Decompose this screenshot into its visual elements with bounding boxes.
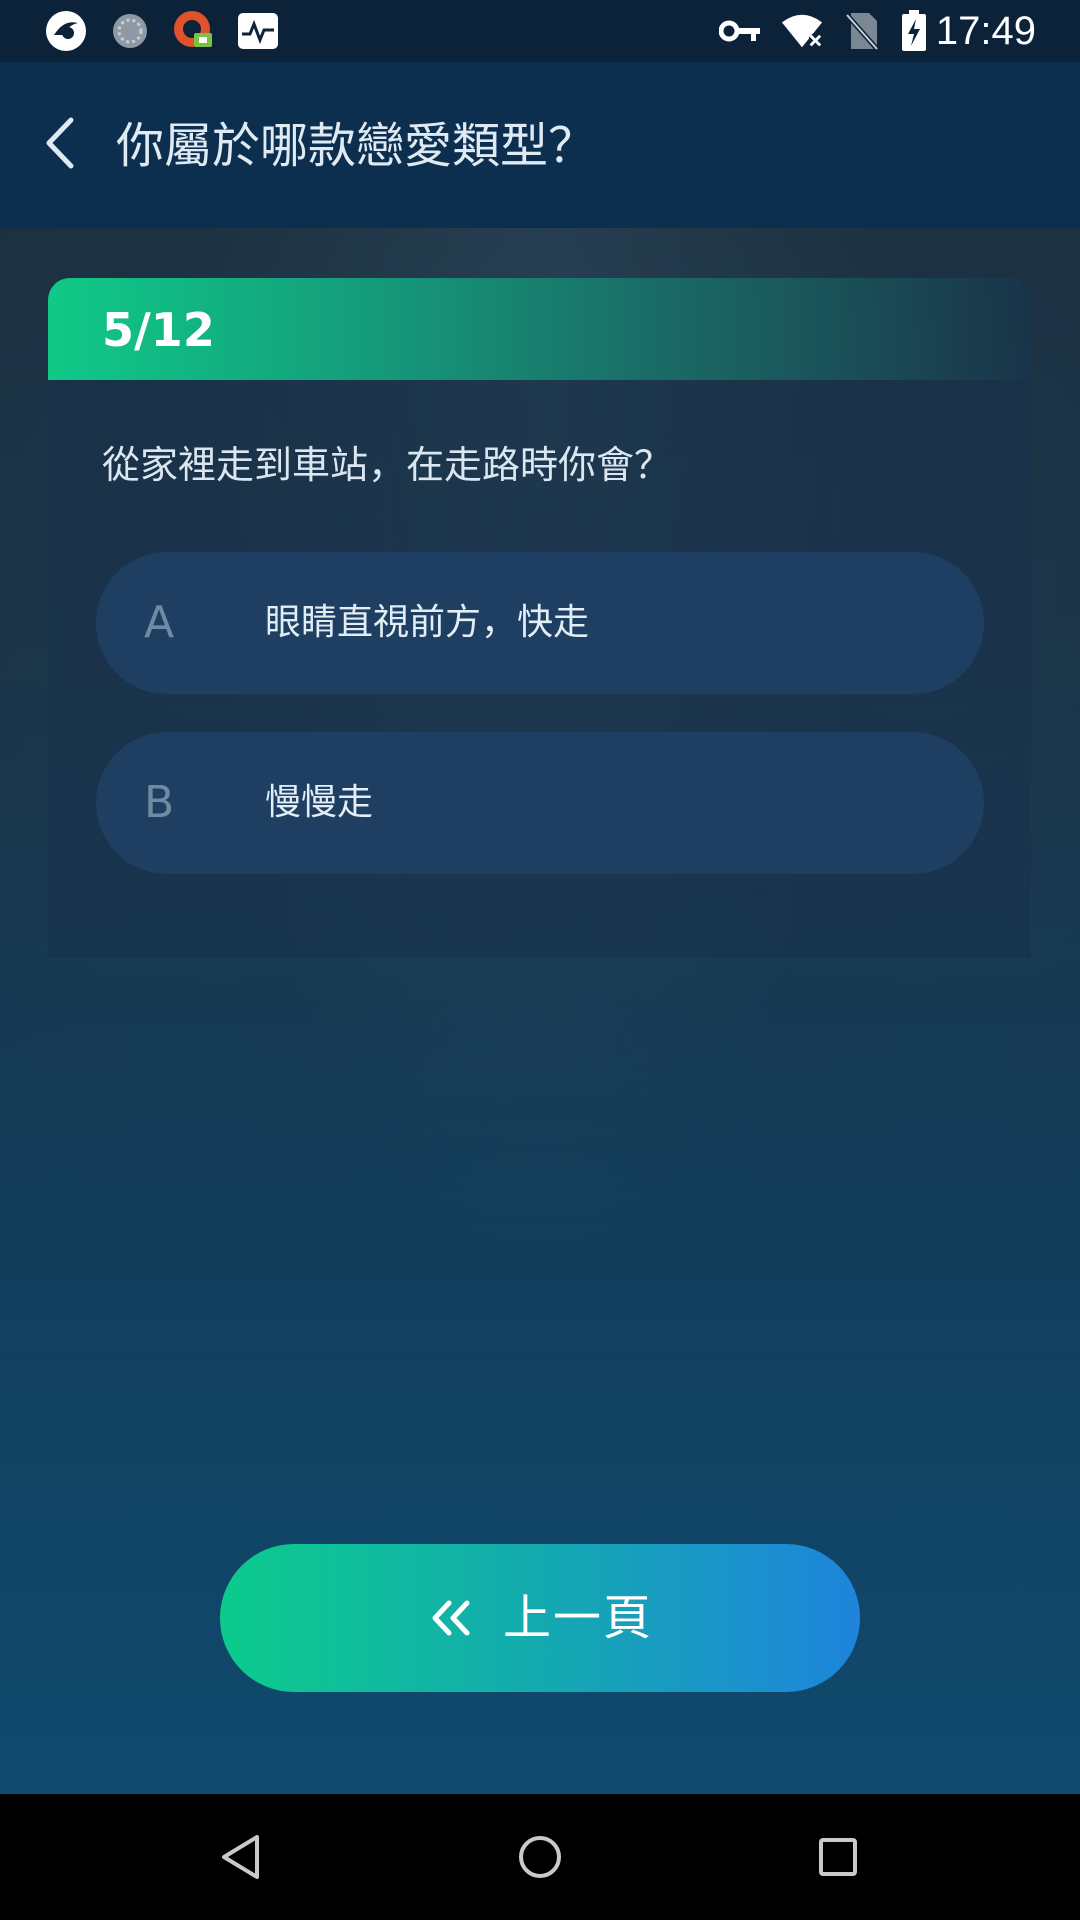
option-b[interactable]: B 慢慢走 [96, 732, 984, 874]
no-sim-icon [840, 11, 884, 51]
status-bar: 17:49 [0, 0, 1080, 62]
home-circle-icon[interactable] [504, 1821, 576, 1893]
previous-page-label: 上一頁 [502, 1590, 653, 1646]
navigation-bar [0, 1794, 1080, 1920]
option-letter: B [144, 777, 175, 828]
chevron-left-icon [43, 116, 77, 174]
app-logo-icon [44, 11, 88, 51]
question-card: 5/12 從家裡走到車站，在走路時你會？ A 眼睛直視前方，快走 B 慢慢走 [48, 278, 1031, 958]
question-text: 從家裡走到車站，在走路時你會？ [102, 443, 673, 487]
vpn-app-icon [172, 11, 216, 51]
option-letter: A [144, 597, 175, 648]
activity-monitor-icon [236, 11, 280, 51]
loading-icon [108, 11, 152, 51]
recents-square-icon[interactable] [802, 1821, 874, 1893]
app-bar: 你屬於哪款戀愛類型？ [0, 62, 1080, 228]
page-title: 你屬於哪款戀愛類型？ [116, 118, 597, 174]
card-header: 5/12 [48, 278, 1031, 380]
option-text: 慢慢走 [265, 782, 374, 823]
progress-indicator: 5/12 [102, 303, 215, 357]
wifi-off-icon [780, 11, 824, 51]
key-icon [718, 11, 762, 51]
previous-page-button[interactable]: 上一頁 [220, 1544, 860, 1692]
option-a[interactable]: A 眼睛直視前方，快走 [96, 552, 984, 694]
battery-charging-icon [892, 10, 936, 51]
back-button[interactable] [28, 107, 92, 183]
status-time: 17:49 [935, 9, 1036, 53]
back-triangle-icon[interactable] [205, 1821, 277, 1893]
double-chevron-left-icon [427, 1594, 475, 1642]
option-text: 眼睛直視前方，快走 [265, 602, 590, 643]
